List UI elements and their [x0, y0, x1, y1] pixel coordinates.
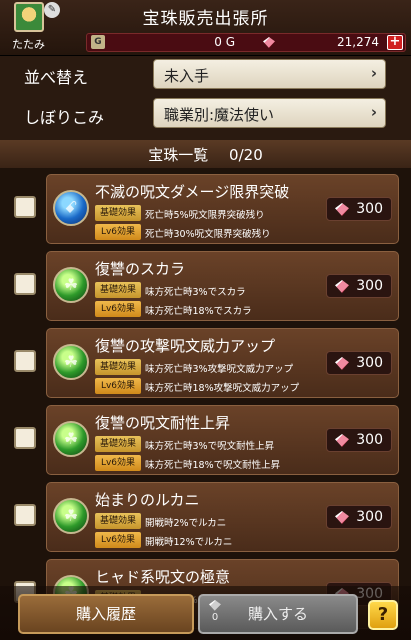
orb-icon: ☘	[53, 344, 89, 380]
sort-label: 並べ替え	[24, 68, 89, 87]
price-value: 300	[356, 509, 383, 525]
price-box: 300	[326, 505, 392, 529]
orb-name: 復讐の攻撃呪文威力アップ	[95, 337, 276, 355]
orb-name: 始まりのルカニ	[95, 491, 200, 509]
orb-card[interactable]: ☘ 復讐の攻撃呪文威力アップ 基礎効果 味方死亡時3%攻撃呪文威力アップ Lv6…	[46, 328, 399, 398]
orb-card[interactable]: ꗃ 不滅の呪文ダメージ限界突破 基礎効果 死亡時5%呪文限界突破残り Lv6効果…	[46, 174, 399, 244]
gem-icon	[335, 434, 349, 447]
buy-button[interactable]: 0 購入する	[198, 594, 358, 634]
chevron-right-icon: ›	[370, 103, 377, 121]
orb-card[interactable]: ☘ 復讐のスカラ 基礎効果 味方死亡時3%でスカラ Lv6効果 味方死亡時18%…	[46, 251, 399, 321]
purchase-history-button[interactable]: 購入履歴	[18, 594, 194, 634]
price-value: 300	[356, 432, 383, 448]
sort-select[interactable]: 未入手 ›	[153, 59, 386, 89]
lv6-effect-tag: Lv6効果	[95, 378, 141, 394]
base-effect-tag: 基礎効果	[95, 513, 141, 529]
orb-glyph: ꗃ	[64, 198, 78, 217]
list-item[interactable]: ☘ 復讐のスカラ 基礎効果 味方死亡時3%でスカラ Lv6効果 味方死亡時18%…	[0, 249, 411, 321]
buy-label: 購入する	[247, 605, 308, 623]
base-effect-text: 開戦時2%でルカニ	[145, 518, 227, 529]
price-box: 300	[326, 197, 392, 221]
lv6-effect-tag: Lv6効果	[95, 532, 141, 548]
base-effect-tag: 基礎効果	[95, 282, 141, 298]
narrow-value: 職業別:魔法使い	[164, 106, 275, 124]
currency-bar: G 0 G 21,274 +	[86, 33, 406, 52]
gold-icon: G	[91, 35, 105, 49]
bottom-bar: 購入履歴 0 購入する ?	[0, 586, 411, 640]
gold-amount: 0 G	[214, 35, 235, 49]
lv6-effect-text: 味方死亡時18%で呪文耐性上昇	[145, 460, 281, 471]
price-box: 300	[326, 428, 392, 452]
item-checkbox[interactable]	[14, 273, 36, 295]
lv6-effect-text: 味方死亡時18%攻撃呪文威力アップ	[145, 383, 300, 394]
base-effect-text: 死亡時5%呪文限界突破残り	[145, 210, 265, 221]
price-value: 300	[356, 201, 383, 217]
buy-cost: 0	[206, 598, 224, 625]
list-header: 宝珠一覧 0/20	[0, 140, 411, 168]
orb-glyph: ☘	[63, 429, 79, 448]
base-effect-tag: 基礎効果	[95, 436, 141, 452]
orb-glyph: ☘	[63, 352, 79, 371]
narrow-label: しぼりこみ	[24, 108, 105, 127]
add-gems-button[interactable]: +	[387, 35, 403, 50]
orb-icon: ☘	[53, 267, 89, 303]
price-value: 300	[356, 355, 383, 371]
gem-icon	[209, 600, 221, 611]
base-effect-tag: 基礎効果	[95, 205, 141, 221]
header-bar: ✎ たたみ 宝珠販売出張所 G 0 G 21,274 +	[0, 0, 411, 56]
list-item[interactable]: ☘ 始まりのルカニ 基礎効果 開戦時2%でルカニ Lv6効果 開戦時12%でルカ…	[0, 480, 411, 552]
lv6-effect-tag: Lv6効果	[95, 224, 141, 240]
price-box: 300	[326, 274, 392, 298]
buy-cost-value: 0	[211, 612, 219, 623]
list-title: 宝珠一覧	[148, 146, 209, 164]
page-title: 宝珠販売出張所	[142, 9, 269, 29]
gem-icon	[335, 511, 349, 524]
item-checkbox[interactable]	[14, 196, 36, 218]
list-item[interactable]: ꗃ 不滅の呪文ダメージ限界突破 基礎効果 死亡時5%呪文限界突破残り Lv6効果…	[0, 172, 411, 244]
gem-icon	[335, 280, 349, 293]
gem-icon	[335, 357, 349, 370]
list-count: 0/20	[229, 146, 263, 164]
price-box: 300	[326, 351, 392, 375]
help-button[interactable]: ?	[368, 600, 398, 630]
lv6-effect-text: 開戦時12%でルカニ	[145, 537, 233, 548]
gem-amount: 21,274	[337, 35, 379, 49]
list-item[interactable]: ☘ 復讐の攻撃呪文威力アップ 基礎効果 味方死亡時3%攻撃呪文威力アップ Lv6…	[0, 326, 411, 398]
base-effect-tag: 基礎効果	[95, 359, 141, 375]
orb-glyph: ☘	[63, 506, 79, 525]
orb-icon: ☘	[53, 498, 89, 534]
lv6-effect-text: 味方死亡時18%でスカラ	[145, 306, 252, 317]
orb-card[interactable]: ☘ 始まりのルカニ 基礎効果 開戦時2%でルカニ Lv6効果 開戦時12%でルカ…	[46, 482, 399, 552]
item-checkbox[interactable]	[14, 504, 36, 526]
chevron-right-icon: ›	[370, 64, 377, 82]
orb-icon: ꗃ	[53, 190, 89, 226]
player-name: たたみ	[12, 38, 45, 51]
orb-icon: ☘	[53, 421, 89, 457]
lv6-effect-tag: Lv6効果	[95, 455, 141, 471]
gem-icon	[335, 203, 349, 216]
orb-name: 復讐の呪文耐性上昇	[95, 414, 231, 432]
lv6-effect-text: 死亡時30%呪文限界突破残り	[145, 229, 271, 240]
orb-name: ヒャド系呪文の極意	[95, 568, 231, 586]
narrow-select[interactable]: 職業別:魔法使い ›	[153, 98, 386, 128]
gem-icon	[263, 37, 275, 48]
orb-glyph: ☘	[63, 275, 79, 294]
orb-list[interactable]: ꗃ 不滅の呪文ダメージ限界突破 基礎効果 死亡時5%呪文限界突破残り Lv6効果…	[0, 168, 411, 640]
item-checkbox[interactable]	[14, 427, 36, 449]
orb-name: 不滅の呪文ダメージ限界突破	[95, 183, 290, 201]
price-value: 300	[356, 278, 383, 294]
base-effect-text: 味方死亡時3%で呪文耐性上昇	[145, 441, 275, 452]
item-checkbox[interactable]	[14, 350, 36, 372]
orb-name: 復讐のスカラ	[95, 260, 186, 278]
sort-value: 未入手	[164, 67, 210, 85]
base-effect-text: 味方死亡時3%攻撃呪文威力アップ	[145, 364, 294, 375]
orb-card[interactable]: ☘ 復讐の呪文耐性上昇 基礎効果 味方死亡時3%で呪文耐性上昇 Lv6効果 味方…	[46, 405, 399, 475]
base-effect-text: 味方死亡時3%でスカラ	[145, 287, 246, 298]
lv6-effect-tag: Lv6効果	[95, 301, 141, 317]
list-item[interactable]: ☘ 復讐の呪文耐性上昇 基礎効果 味方死亡時3%で呪文耐性上昇 Lv6効果 味方…	[0, 403, 411, 475]
